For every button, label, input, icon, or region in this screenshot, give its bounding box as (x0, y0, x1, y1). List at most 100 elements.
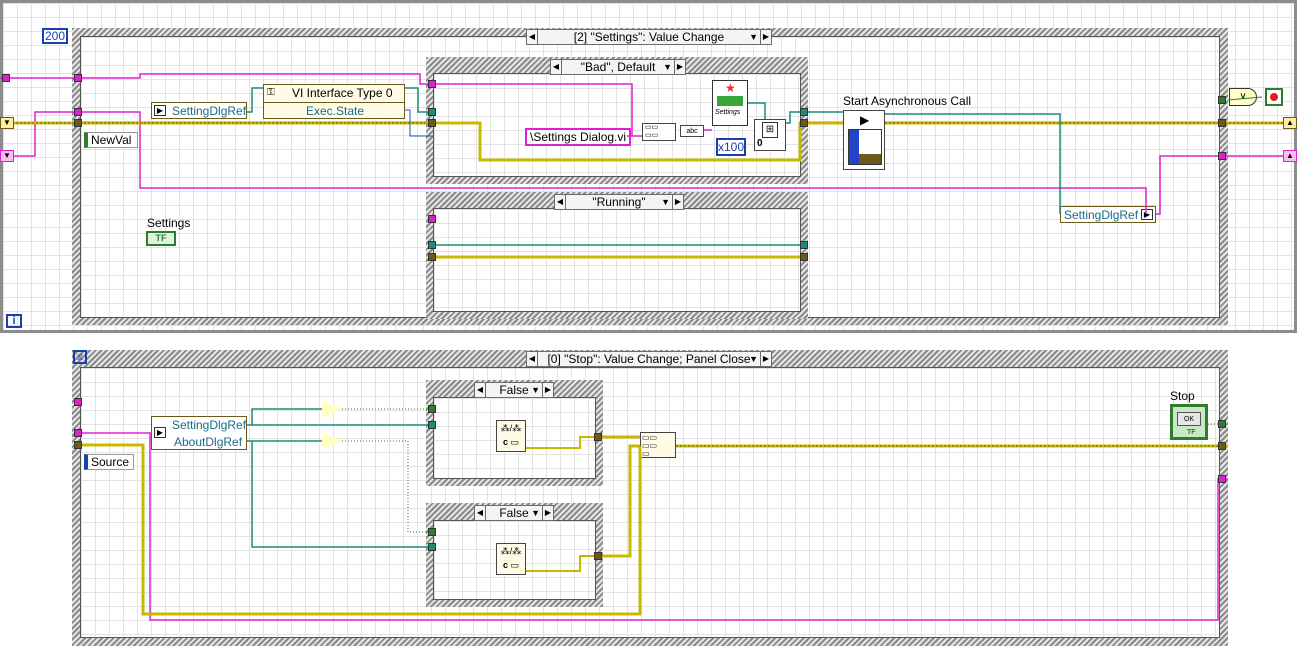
build-path-node[interactable]: ▭▭ ▭▭ (642, 123, 676, 141)
next-case-icon[interactable]: ▶ (542, 382, 554, 398)
tunnel-case-running-1 (428, 215, 436, 223)
prev-case-icon[interactable]: ◀ (474, 505, 486, 521)
settings-terminal[interactable]: TF (146, 231, 176, 246)
iteration-icon: i (6, 314, 22, 328)
tunnel-top-right-error (1218, 119, 1226, 127)
tunnel-false2-bool (428, 528, 436, 536)
strip-path-node[interactable]: abc (680, 125, 704, 137)
tunnel-false2-ref (428, 543, 436, 551)
tunnel-case-bad-1 (428, 80, 436, 88)
tunnel-false1-out (594, 433, 602, 441)
tunnel-bottom-left-3 (74, 441, 82, 449)
case-selector-bad-label: "Bad", Default (580, 60, 656, 74)
close-ref-node-1[interactable]: ⁂/⁂ c ▭ (496, 420, 526, 452)
prev-case-icon[interactable]: ◀ (526, 351, 538, 367)
x100-constant[interactable]: x100 (716, 138, 746, 156)
prev-case-icon[interactable]: ◀ (554, 194, 566, 210)
next-case-icon[interactable]: ▶ (672, 194, 684, 210)
start-async-call-node[interactable]: ▶ (843, 110, 885, 170)
unbundle-arrow-icon: ▶ (154, 105, 166, 116)
tunnel-false1-bool (428, 405, 436, 413)
setting-ref-label-bottom: SettingDlgRef (172, 418, 247, 432)
red-stop-dot (1270, 93, 1278, 101)
refs-unbundle[interactable]: SettingDlgRef AboutDlgRef ▶ (151, 416, 247, 450)
chevron-down-icon[interactable]: ▼ (531, 506, 540, 520)
case-selector-running[interactable]: ◀ "Running" ▼ ▶ (554, 194, 684, 210)
tunnel-bottom-right-bool (1218, 420, 1226, 428)
event-selector-top[interactable]: ◀ [2] "Settings": Value Change ▼ ▶ (526, 29, 772, 45)
unbundle-arrow-icon: ▶ (154, 427, 166, 438)
stop-terminal-tag: TF (1187, 429, 1196, 436)
tunnel-bottom-right-string (1218, 475, 1226, 483)
settings-vi-banner (717, 96, 743, 106)
event-selector-top-label: [2] "Settings": Value Change (573, 30, 725, 44)
not-a-refnum-icon-2 (322, 432, 342, 450)
next-case-icon[interactable]: ▶ (760, 29, 772, 45)
tunnel-top-left-1 (74, 74, 82, 82)
tunnel-false2-out (594, 552, 602, 560)
star-icon: ★ (725, 81, 736, 95)
shift-reg-left-string: ▼ (0, 150, 14, 162)
tunnel-false1-ref (428, 421, 436, 429)
tunnel-case-bad-3 (428, 119, 436, 127)
case-selector-bad[interactable]: ◀ "Bad", Default ▼ ▶ (550, 59, 686, 75)
setting-ref-unbundle[interactable]: ▶ SettingDlgRef (151, 102, 247, 119)
chevron-down-icon[interactable]: ▼ (531, 383, 540, 397)
key-icon: ⚿ (267, 87, 275, 98)
async-param-grid (848, 129, 882, 165)
bundle-arrow-icon: ▶ (1141, 209, 1153, 220)
stop-button-terminal[interactable]: OK TF (1170, 404, 1208, 440)
merge-errors-node[interactable]: ▭▭ ▭▭ ▭ (640, 432, 676, 458)
tunnel-case-running-out-1 (800, 241, 808, 249)
tunnel-case-bad-out-2 (800, 119, 808, 127)
vi-property-node[interactable]: ⚿ VI Interface Type 0 Exec.State (263, 84, 405, 119)
case-selector-running-label: "Running" (592, 195, 646, 209)
setting-ref-bundle[interactable]: SettingDlgRef ▶ (1060, 206, 1156, 223)
loop-stop-icon[interactable] (1265, 88, 1283, 106)
prev-case-icon[interactable]: ◀ (526, 29, 538, 45)
not-a-refnum-icon-1 (322, 400, 342, 418)
chevron-down-icon[interactable]: ▼ (749, 352, 758, 366)
settings-dialog-path[interactable]: \Settings Dialog.vi (525, 128, 632, 146)
tunnel-case-running-3 (428, 253, 436, 261)
settings-vi-icon[interactable]: ★ Settings (712, 80, 748, 126)
chevron-down-icon[interactable]: ▼ (663, 60, 672, 74)
or-gate-icon: ∨ (1229, 88, 1257, 106)
chevron-down-icon[interactable]: ▼ (661, 195, 670, 209)
tunnel-case-running-out-2 (800, 253, 808, 261)
timeout-constant[interactable]: 200 (42, 28, 68, 44)
stop-button-face: OK (1177, 412, 1201, 426)
chevron-down-icon[interactable]: ▼ (749, 30, 758, 44)
case-selector-false-2[interactable]: ◀ False ▼ ▶ (474, 505, 554, 521)
next-case-icon[interactable]: ▶ (760, 351, 772, 367)
shift-reg-right-string: ▲ (1283, 150, 1297, 162)
event-selector-bottom[interactable]: ◀ [0] "Stop": Value Change; Panel Close … (526, 351, 772, 367)
open-vi-ref-node[interactable]: ⊞ 0 (754, 119, 786, 151)
newval-node: NewVal (84, 132, 138, 148)
shift-reg-left-error: ▼ (0, 117, 14, 129)
next-case-icon[interactable]: ▶ (674, 59, 686, 75)
tunnel-bottom-right-error (1218, 442, 1226, 450)
tunnel-top-left-3 (74, 119, 82, 127)
case-false-2-label: False (499, 506, 529, 520)
case-false-1-label: False (499, 383, 529, 397)
setting-ref-out-label: SettingDlgRef (1064, 208, 1139, 222)
play-icon: ▶ (860, 113, 870, 127)
tunnel-case-bad-out-1 (800, 108, 808, 116)
settings-vi-icon-text: Settings (715, 109, 741, 116)
close-ref-node-2[interactable]: ⁂/⁂ c ▭ (496, 543, 526, 575)
tunnel-bottom-left-2 (74, 429, 82, 437)
event-structure-bottom-inner (80, 367, 1220, 638)
tunnel-top-left-2 (74, 108, 82, 116)
shift-reg-right-error: ▲ (1283, 117, 1297, 129)
stop-label: Stop (1170, 389, 1195, 403)
case-selector-false-1[interactable]: ◀ False ▼ ▶ (474, 382, 554, 398)
prev-case-icon[interactable]: ◀ (474, 382, 486, 398)
prev-case-icon[interactable]: ◀ (550, 59, 562, 75)
source-node: Source (84, 454, 134, 470)
shift-reg-left-pink (2, 74, 10, 82)
tunnel-top-right-string (1218, 152, 1226, 160)
next-case-icon[interactable]: ▶ (542, 505, 554, 521)
hourglass-icon: ⧖ (73, 350, 87, 364)
node-divider (264, 102, 404, 103)
